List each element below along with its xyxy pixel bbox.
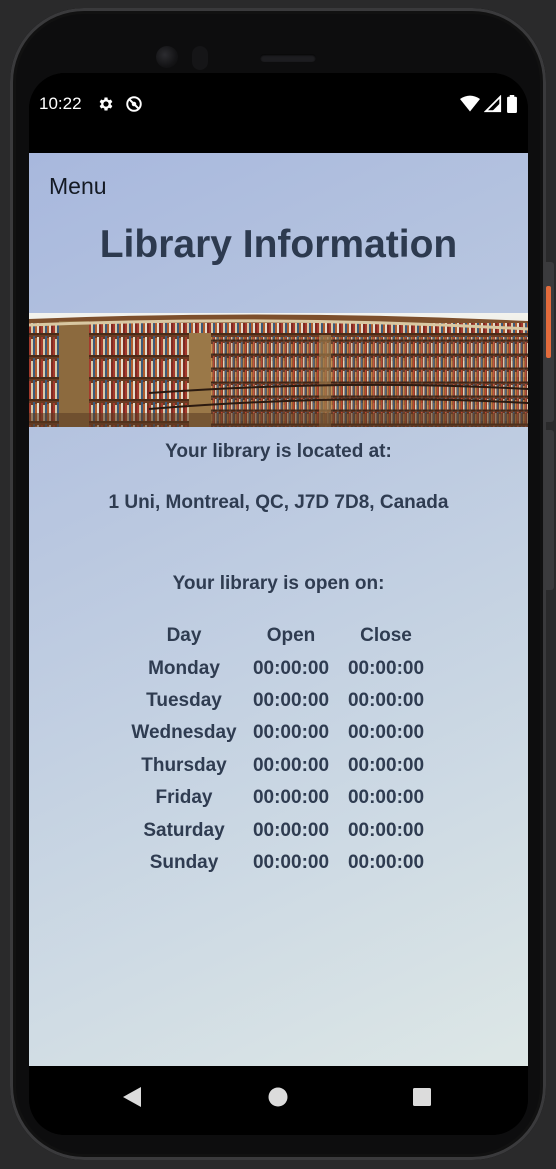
close-time-cell: 00:00:00: [347, 787, 425, 809]
status-bar: 10:22: [29, 73, 528, 153]
table-header-row: Day Open Close: [130, 620, 428, 652]
volume-button[interactable]: [544, 430, 554, 590]
close-time-cell: 00:00:00: [347, 689, 425, 711]
proximity-sensor: [192, 46, 208, 70]
close-time-cell: 00:00:00: [347, 657, 425, 679]
table-row: Tuesday 00:00:00 00:00:00: [130, 685, 428, 717]
page-title: Library Information: [99, 223, 458, 266]
day-cell: Wednesday: [131, 722, 237, 744]
column-header-open: Open: [266, 625, 316, 647]
column-header-day: Day: [166, 625, 202, 647]
day-cell: Sunday: [149, 851, 219, 873]
open-time-cell: 00:00:00: [252, 819, 330, 841]
location-label: Your library is located at:: [165, 441, 392, 462]
opening-hours-table: Day Open Close Monday 00:00:00 00:00:00 …: [130, 620, 428, 879]
open-time-cell: 00:00:00: [252, 657, 330, 679]
close-time-cell: 00:00:00: [347, 722, 425, 744]
table-row: Thursday 00:00:00 00:00:00: [130, 750, 428, 782]
front-camera: [156, 46, 178, 68]
open-time-cell: 00:00:00: [252, 689, 330, 711]
library-address: 1 Uni, Montreal, QC, J7D 7D8, Canada: [108, 492, 449, 513]
column-header-close: Close: [360, 625, 412, 647]
table-row: Saturday 00:00:00 00:00:00: [130, 814, 428, 846]
close-time-cell: 00:00:00: [347, 819, 425, 841]
table-row: Monday 00:00:00 00:00:00: [130, 652, 428, 684]
table-row: Friday 00:00:00 00:00:00: [130, 782, 428, 814]
day-cell: Thursday: [141, 754, 227, 776]
library-info-page: Menu Library Information Your library is…: [29, 153, 528, 1066]
back-icon[interactable]: [119, 1084, 145, 1110]
device-frame: 10:22 Menu Library Information Your libr…: [0, 0, 556, 1169]
wifi-icon: [460, 95, 480, 118]
home-icon[interactable]: [265, 1084, 291, 1110]
day-cell: Monday: [148, 657, 220, 679]
device-screen: 10:22 Menu Library Information Your libr…: [29, 73, 528, 1135]
power-button-accent: [546, 286, 551, 358]
status-time: 10:22: [39, 94, 82, 113]
recents-icon[interactable]: [409, 1084, 435, 1110]
day-cell: Friday: [155, 787, 213, 809]
battery-icon: [506, 95, 518, 118]
open-time-cell: 00:00:00: [252, 722, 330, 744]
gear-icon: [97, 95, 115, 113]
open-time-cell: 00:00:00: [252, 754, 330, 776]
open-time-cell: 00:00:00: [252, 851, 330, 873]
do-not-disturb-icon: [125, 95, 143, 113]
opening-hours-label: Your library is open on:: [172, 573, 385, 594]
day-cell: Tuesday: [146, 689, 222, 711]
library-bookshelves-image: [29, 313, 528, 427]
close-time-cell: 00:00:00: [347, 754, 425, 776]
day-cell: Saturday: [143, 819, 225, 841]
menu-button[interactable]: Menu: [49, 173, 107, 200]
table-row: Wednesday 00:00:00 00:00:00: [130, 717, 428, 749]
signal-icon: [483, 94, 502, 118]
earpiece-speaker: [260, 54, 316, 62]
table-row: Sunday 00:00:00 00:00:00: [130, 847, 428, 879]
status-icons: [460, 94, 518, 118]
close-time-cell: 00:00:00: [347, 851, 425, 873]
open-time-cell: 00:00:00: [252, 787, 330, 809]
system-navigation-bar: [29, 1066, 528, 1135]
